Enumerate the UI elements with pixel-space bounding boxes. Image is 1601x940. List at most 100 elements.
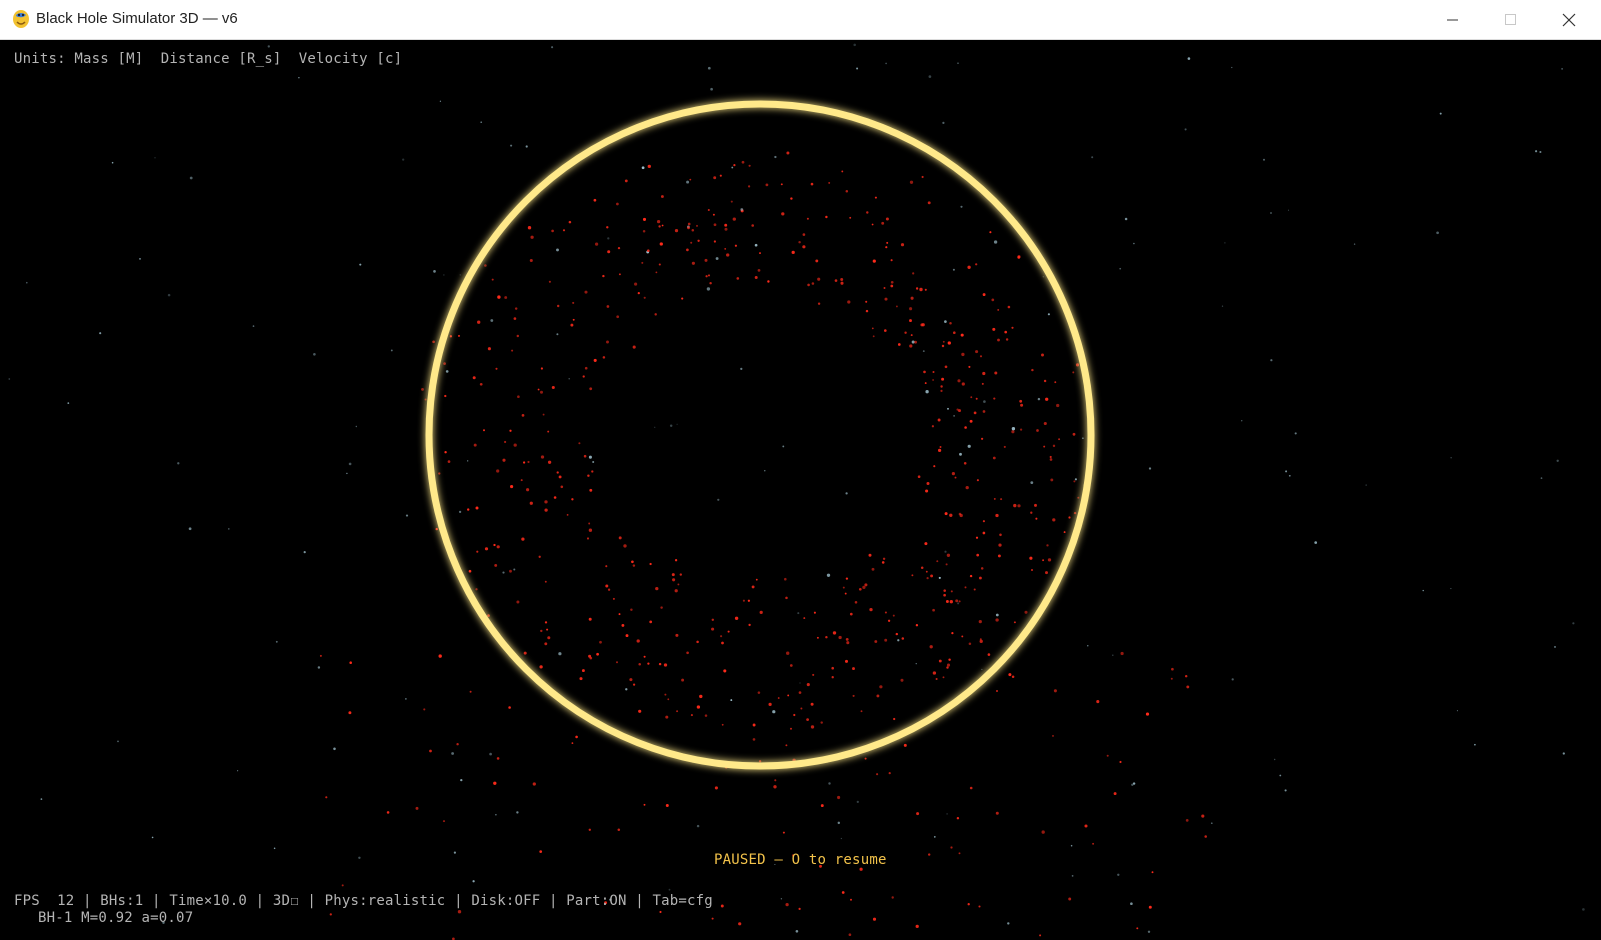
particle (547, 430, 550, 433)
particle (606, 340, 609, 344)
particle (575, 735, 578, 739)
particle (864, 757, 867, 760)
particle (791, 250, 795, 255)
star (1112, 654, 1114, 656)
particle (1020, 403, 1024, 407)
close-button[interactable] (1540, 0, 1598, 40)
particle (456, 742, 459, 746)
particle (952, 331, 956, 335)
particle (1170, 677, 1173, 680)
particle (473, 443, 477, 447)
particle (975, 536, 979, 539)
particle (910, 296, 914, 300)
particle (1013, 503, 1017, 508)
particle (871, 327, 874, 330)
star (459, 274, 461, 276)
particle (858, 587, 862, 591)
particle (925, 570, 928, 573)
star (117, 740, 119, 743)
particle (618, 273, 621, 276)
star (780, 898, 783, 900)
particle (632, 564, 636, 567)
star (348, 462, 352, 466)
star (740, 367, 743, 371)
particle (862, 585, 866, 590)
particle (1011, 427, 1016, 431)
particle (699, 694, 703, 699)
particle (992, 456, 996, 460)
particle (730, 200, 733, 203)
star (154, 157, 156, 159)
particle (511, 349, 514, 352)
particle (849, 612, 853, 616)
star (1210, 822, 1213, 825)
simulation-viewport[interactable]: Units: Mass [M] Distance [R_s] Velocity … (0, 40, 1601, 940)
particle (950, 590, 953, 593)
particle (1201, 814, 1205, 818)
particle (828, 181, 831, 184)
particle (810, 725, 815, 729)
star (1273, 758, 1276, 761)
particle (882, 557, 886, 560)
particle (1031, 569, 1033, 571)
particle (786, 151, 790, 155)
particle (825, 635, 828, 639)
particle (969, 786, 973, 790)
particle (968, 365, 971, 368)
particle (909, 344, 913, 348)
particle (641, 166, 645, 170)
particle (606, 305, 610, 308)
particle (1052, 518, 1056, 522)
particle (415, 806, 419, 810)
particle (869, 607, 873, 612)
particle (959, 452, 962, 456)
particle (553, 496, 557, 499)
star (405, 514, 409, 517)
star (405, 698, 407, 700)
star (957, 62, 959, 65)
star (928, 75, 932, 78)
particle (747, 599, 751, 602)
particle (785, 902, 789, 907)
particle (890, 259, 893, 262)
particle (926, 576, 929, 580)
particle (617, 828, 621, 832)
star (188, 527, 192, 531)
star (1133, 242, 1135, 245)
star (510, 144, 513, 147)
particle (1063, 531, 1066, 534)
particle (587, 474, 590, 477)
particle (495, 367, 498, 370)
particle (881, 221, 885, 225)
particle (874, 640, 878, 643)
particle (852, 694, 855, 697)
particle (544, 621, 548, 624)
particle (890, 280, 894, 284)
particle (921, 323, 925, 327)
particle (571, 742, 574, 744)
particle (602, 356, 606, 359)
particle (917, 475, 921, 479)
particle (475, 588, 478, 591)
particle (751, 585, 755, 589)
particle (588, 455, 592, 459)
title-bar[interactable]: Black Hole Simulator 3D — v6 (0, 0, 1601, 40)
particle (731, 166, 734, 169)
particle (625, 634, 629, 638)
minimize-button[interactable] (1424, 0, 1482, 40)
particle (941, 344, 945, 348)
star (1270, 359, 1273, 362)
star (139, 257, 141, 260)
star (355, 425, 357, 428)
particle (982, 371, 986, 376)
particle (943, 589, 946, 592)
particle (944, 512, 948, 516)
particle (935, 677, 938, 681)
particle (924, 382, 927, 385)
star (946, 813, 948, 815)
particle (526, 488, 530, 492)
particle (994, 371, 998, 375)
star (1554, 645, 1556, 648)
maximize-button[interactable] (1482, 0, 1540, 40)
particle (618, 536, 622, 540)
